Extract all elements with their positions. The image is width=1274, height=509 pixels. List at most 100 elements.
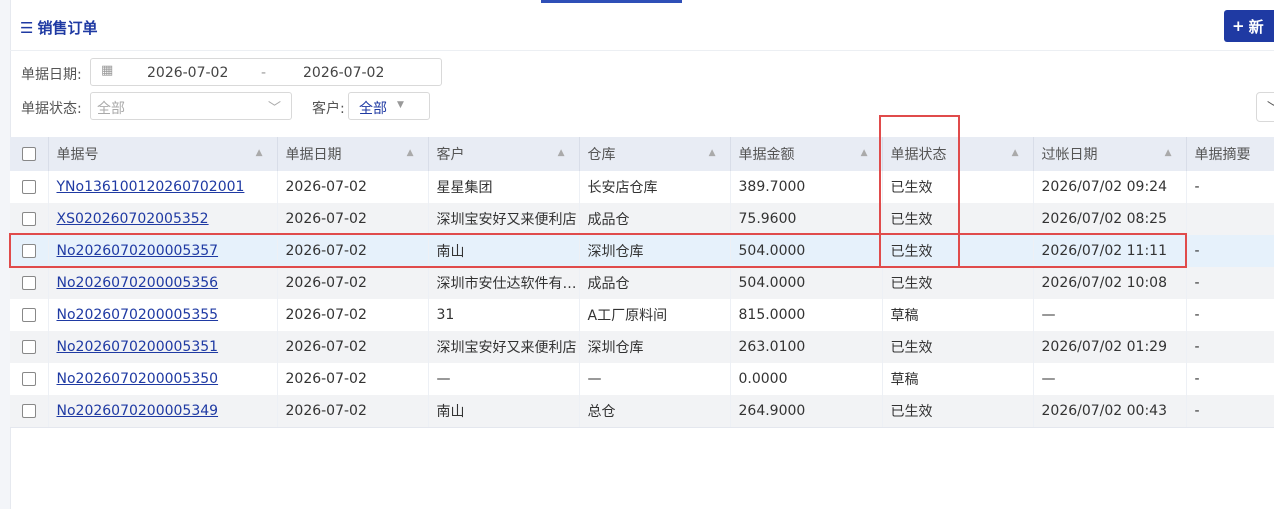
select-all-checkbox[interactable] — [21, 147, 36, 161]
cell-customer: — — [428, 363, 580, 395]
cell-amount: 263.0100 — [730, 331, 883, 363]
new-button-label: 新 — [1248, 17, 1264, 36]
status-select[interactable]: 全部 ﹀ — [90, 92, 292, 120]
table-row[interactable]: XS020260702005352 2026-07-02 深圳宝安好又来便利店 成品仓… — [10, 203, 1274, 235]
row-checkbox-cell[interactable] — [10, 395, 49, 428]
status-placeholder: 全部 — [97, 101, 125, 117]
cell-memo: - — [1186, 235, 1274, 267]
cell-no[interactable]: No2026070200005349 — [48, 395, 278, 428]
expand-filters-button[interactable]: ﹀ — [1256, 92, 1274, 122]
cell-no[interactable]: YNo136100120260702001 — [48, 171, 278, 203]
cell-customer: 深圳市安仕达软件有限公司 — [428, 267, 580, 299]
page-title-text: 销售订单 — [37, 19, 98, 37]
row-highlight — [9, 233, 1187, 268]
date-to[interactable]: 2026-07-02 — [303, 65, 384, 81]
table-header-row: 单据号 ▲ 单据日期 ▲ 客户 ▲ 仓库 ▲ 单据金额 ▲ 单据状态 ▲ 过帐日期 ▲ 单据摘… — [10, 137, 1274, 171]
sort-icon[interactable]: ▲ — [407, 148, 414, 158]
column-header[interactable]: 过帐日期 ▲ — [1033, 137, 1187, 171]
page-header: ☰ 销售订单 — [10, 0, 1274, 51]
table-row[interactable]: No2026070200005350 2026-07-02— —0.0000 草稿 — - — [10, 363, 1274, 395]
new-button[interactable]: + 新 — [1224, 10, 1274, 42]
cell-amount: 0.0000 — [730, 363, 883, 395]
chevron-down-icon: ﹀ — [1267, 97, 1274, 116]
row-checkbox-cell[interactable] — [10, 267, 49, 299]
cell-customer: 星星集团 — [428, 171, 580, 203]
row-checkbox-cell[interactable] — [10, 203, 49, 235]
cell-warehouse: 成品仓 — [579, 203, 731, 235]
column-header[interactable]: 客户 ▲ — [428, 137, 580, 171]
cell-status: 已生效 — [882, 267, 1034, 299]
cell-amount: 75.9600 — [730, 203, 883, 235]
table-row[interactable]: YNo136100120260702001 2026-07-02 星星集团 长安店仓库… — [10, 171, 1274, 203]
column-header[interactable]: 单据摘要 — [1186, 137, 1274, 171]
row-checkbox-cell[interactable] — [10, 363, 49, 395]
table-row[interactable]: No2026070200005355 2026-07-02 31 A工厂原料间 815.… — [10, 299, 1274, 331]
sort-icon[interactable]: ▲ — [709, 148, 716, 158]
sort-icon[interactable]: ▲ — [558, 148, 565, 158]
order-number-link[interactable]: XS020260702005352 — [57, 211, 209, 227]
cell-memo: - — [1186, 331, 1274, 363]
row-checkbox-cell[interactable] — [10, 299, 49, 331]
customer-label: 客户: — [312, 101, 345, 117]
cell-no[interactable]: No2026070200005350 — [48, 363, 278, 395]
row-checkbox[interactable] — [21, 372, 36, 386]
sort-icon[interactable]: ▲ — [1165, 148, 1172, 158]
cell-status: 已生效 — [882, 331, 1034, 363]
row-checkbox-cell[interactable] — [10, 171, 49, 203]
cell-date: 2026-07-02 — [277, 267, 429, 299]
order-number-link[interactable]: No2026070200005351 — [57, 339, 219, 355]
sort-icon[interactable]: ▲ — [256, 148, 263, 158]
row-checkbox[interactable] — [21, 340, 36, 354]
page-title: ☰ 销售订单 — [20, 17, 97, 38]
cell-status: 已生效 — [882, 395, 1034, 428]
date-range-picker[interactable]: ▦ 2026-07-02 - 2026-07-02 — [90, 58, 442, 86]
cell-memo: - — [1186, 363, 1274, 395]
cell-warehouse: 总仓 — [579, 395, 731, 428]
cell-no[interactable]: No2026070200005356 — [48, 267, 278, 299]
order-number-link[interactable]: YNo136100120260702001 — [57, 179, 245, 195]
cell-date: 2026-07-02 — [277, 331, 429, 363]
cell-status: 草稿 — [882, 363, 1034, 395]
row-checkbox[interactable] — [21, 180, 36, 194]
date-from[interactable]: 2026-07-02 — [147, 65, 228, 81]
column-header[interactable]: 仓库 ▲ — [579, 137, 731, 171]
cell-post-date: — — [1033, 363, 1187, 395]
cell-no[interactable]: XS020260702005352 — [48, 203, 278, 235]
list-icon: ☰ — [20, 18, 34, 37]
table-row[interactable]: No2026070200005356 2026-07-02深圳市安仕达软件有限公司… — [10, 267, 1274, 299]
column-header[interactable]: 单据日期 ▲ — [277, 137, 429, 171]
column-header[interactable]: 单据号 ▲ — [48, 137, 278, 171]
customer-select[interactable]: 全部 ▼ — [348, 92, 430, 120]
date-separator: - — [261, 65, 267, 81]
cell-memo: - — [1186, 395, 1274, 428]
row-checkbox-cell[interactable] — [10, 331, 49, 363]
orders-table: 单据号 ▲ 单据日期 ▲ 客户 ▲ 仓库 ▲ 单据金额 ▲ 单据状态 ▲ 过帐日期 ▲ 单据摘… — [10, 137, 1274, 428]
select-all-checkbox-cell[interactable] — [10, 137, 49, 171]
caret-down-icon: ▼ — [397, 100, 404, 110]
cell-warehouse: 深圳仓库 — [579, 331, 731, 363]
sort-icon[interactable]: ▲ — [861, 148, 868, 158]
row-checkbox[interactable] — [21, 308, 36, 322]
row-checkbox[interactable] — [21, 404, 36, 418]
customer-value: 全部 — [359, 101, 387, 117]
cell-customer: 31 — [428, 299, 580, 331]
cell-customer: 南山 — [428, 395, 580, 428]
order-number-link[interactable]: No2026070200005349 — [57, 403, 219, 419]
cell-no[interactable]: No2026070200005351 — [48, 331, 278, 363]
calendar-icon: ▦ — [101, 63, 114, 78]
column-header[interactable]: 单据金额 ▲ — [730, 137, 883, 171]
cell-warehouse: — — [579, 363, 731, 395]
cell-post-date: 2026/07/02 00:43 — [1033, 395, 1187, 428]
cell-memo: - — [1186, 299, 1274, 331]
cell-no[interactable]: No2026070200005355 — [48, 299, 278, 331]
sort-icon[interactable]: ▲ — [1012, 148, 1019, 158]
cell-warehouse: A工厂原料间 — [579, 299, 731, 331]
table-row[interactable]: No2026070200005349 2026-07-02 南山 总仓 264.9000… — [10, 395, 1274, 428]
table-row[interactable]: No2026070200005351 2026-07-02 深圳宝安好又来便利店 深圳… — [10, 331, 1274, 363]
order-number-link[interactable]: No2026070200005350 — [57, 371, 219, 387]
order-number-link[interactable]: No2026070200005355 — [57, 307, 219, 323]
row-checkbox[interactable] — [21, 212, 36, 226]
cell-date: 2026-07-02 — [277, 363, 429, 395]
order-number-link[interactable]: No2026070200005356 — [57, 275, 219, 291]
row-checkbox[interactable] — [21, 276, 36, 290]
